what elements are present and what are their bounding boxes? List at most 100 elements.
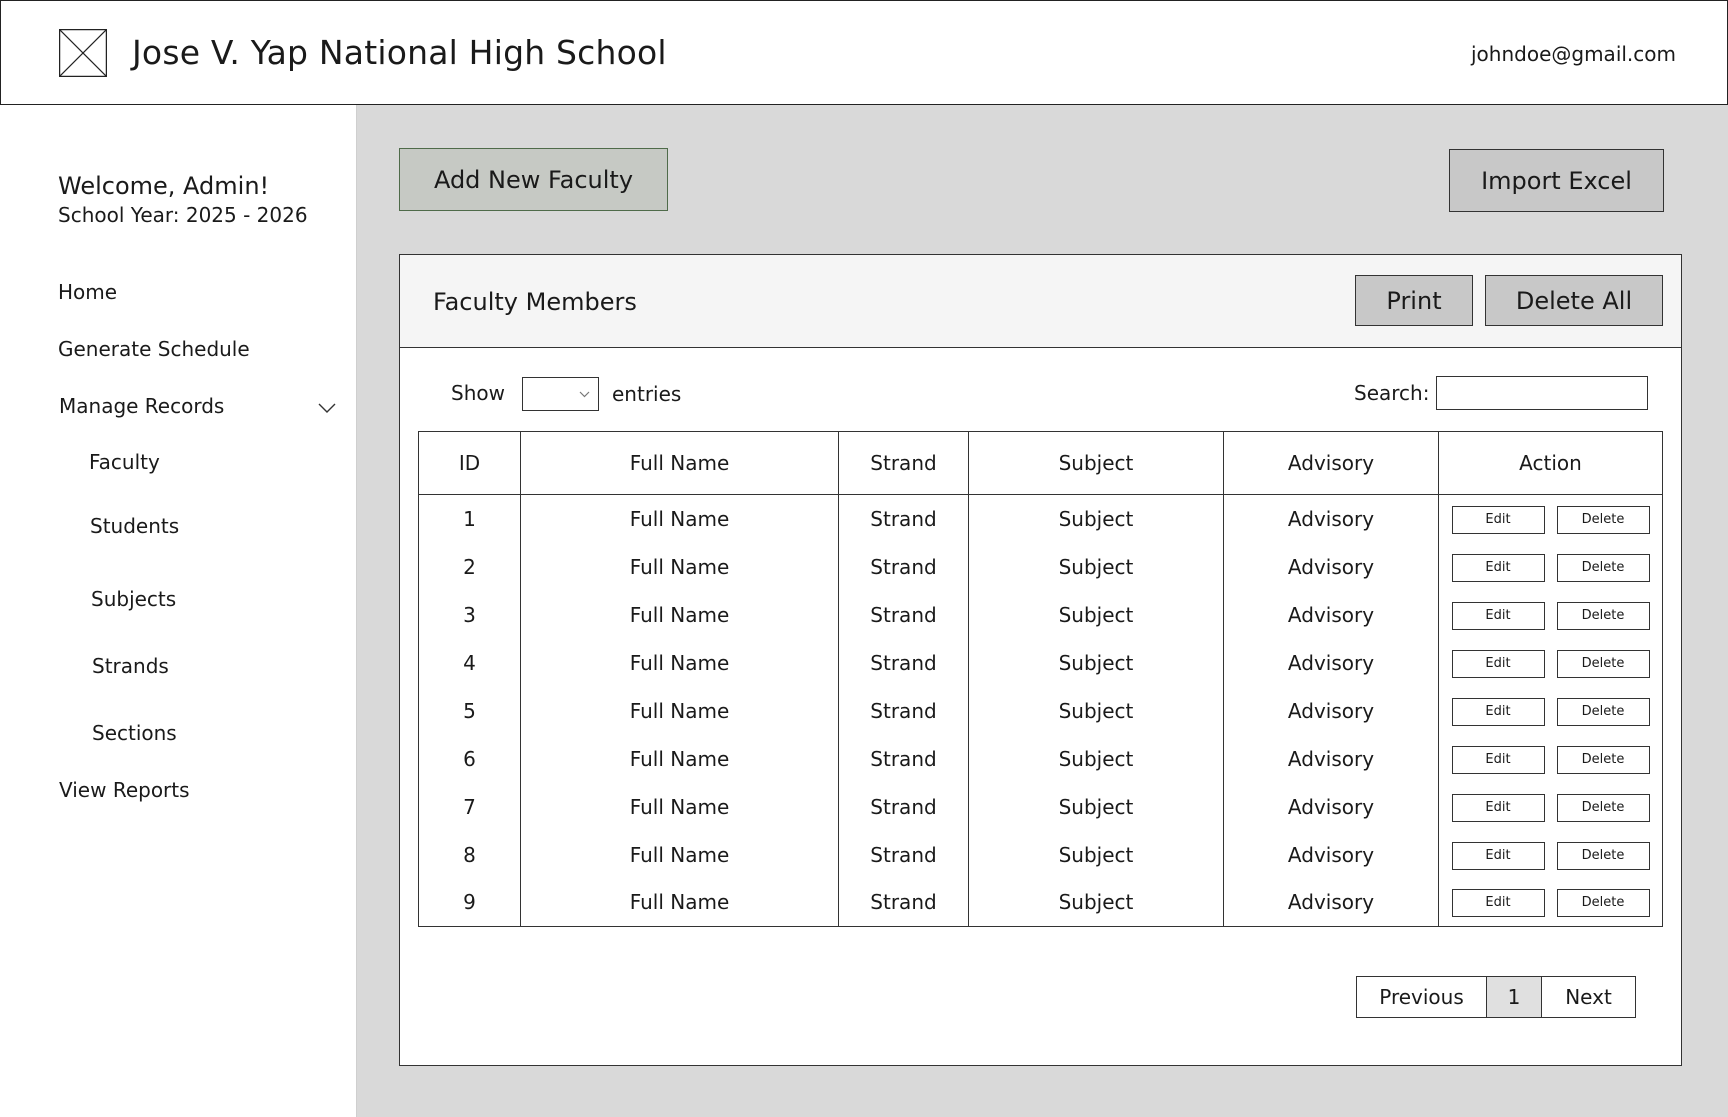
cell-full-name: Full Name (520, 542, 839, 591)
cell-id: 6 (418, 734, 521, 783)
cell-action: Edit Delete (1438, 878, 1663, 927)
cell-id: 1 (418, 494, 521, 543)
table-row: 2 Full Name Strand Subject Advisory Edit… (418, 542, 1663, 591)
column-header-action: Action (1438, 431, 1663, 495)
previous-page-button[interactable]: Previous (1357, 977, 1487, 1017)
cell-strand: Strand (838, 878, 969, 927)
sidebar-item-generate-schedule[interactable]: Generate Schedule (58, 337, 250, 361)
table-row: 7 Full Name Strand Subject Advisory Edit… (418, 782, 1663, 831)
sidebar: Welcome, Admin! School Year: 2025 - 2026… (0, 105, 357, 1117)
table-header-row: ID Full Name Strand Subject Advisory Act… (418, 431, 1663, 495)
cell-strand: Strand (838, 638, 969, 687)
user-email[interactable]: johndoe@gmail.com (1471, 42, 1676, 66)
cell-action: Edit Delete (1438, 782, 1663, 831)
cell-subject: Subject (968, 878, 1224, 927)
import-excel-button[interactable]: Import Excel (1449, 149, 1664, 212)
delete-button[interactable]: Delete (1556, 841, 1650, 870)
cell-subject: Subject (968, 494, 1224, 543)
delete-button[interactable]: Delete (1556, 793, 1650, 822)
cell-full-name: Full Name (520, 830, 839, 879)
delete-button[interactable]: Delete (1556, 601, 1650, 630)
delete-button[interactable]: Delete (1556, 745, 1650, 774)
main-content: Add New Faculty Import Excel Faculty Mem… (357, 105, 1728, 1117)
cell-advisory: Advisory (1223, 686, 1439, 735)
cell-id: 9 (418, 878, 521, 927)
cell-action: Edit Delete (1438, 590, 1663, 639)
add-new-faculty-button[interactable]: Add New Faculty (399, 148, 668, 211)
delete-button[interactable]: Delete (1556, 649, 1650, 678)
cell-subject: Subject (968, 686, 1224, 735)
cell-action: Edit Delete (1438, 494, 1663, 543)
cell-advisory: Advisory (1223, 590, 1439, 639)
edit-button[interactable]: Edit (1451, 793, 1545, 822)
delete-button[interactable]: Delete (1556, 697, 1650, 726)
cell-strand: Strand (838, 782, 969, 831)
image-placeholder-icon (58, 28, 108, 78)
edit-button[interactable]: Edit (1451, 649, 1545, 678)
faculty-table: ID Full Name Strand Subject Advisory Act… (418, 431, 1663, 927)
edit-button[interactable]: Edit (1451, 889, 1545, 918)
delete-all-button[interactable]: Delete All (1485, 275, 1663, 326)
sidebar-item-strands[interactable]: Strands (92, 654, 169, 678)
sidebar-item-faculty[interactable]: Faculty (89, 450, 160, 474)
cell-subject: Subject (968, 638, 1224, 687)
cell-id: 7 (418, 782, 521, 831)
edit-button[interactable]: Edit (1451, 697, 1545, 726)
cell-id: 4 (418, 638, 521, 687)
entries-select[interactable] (522, 377, 599, 411)
cell-subject: Subject (968, 830, 1224, 879)
edit-button[interactable]: Edit (1451, 505, 1545, 534)
edit-button[interactable]: Edit (1451, 841, 1545, 870)
edit-button[interactable]: Edit (1451, 745, 1545, 774)
next-page-button[interactable]: Next (1542, 977, 1635, 1017)
column-header-strand[interactable]: Strand (838, 431, 969, 495)
column-header-advisory[interactable]: Advisory (1223, 431, 1439, 495)
column-header-id[interactable]: ID (418, 431, 521, 495)
welcome-message: Welcome, Admin! (58, 172, 270, 200)
cell-advisory: Advisory (1223, 494, 1439, 543)
sidebar-item-sections[interactable]: Sections (92, 721, 177, 745)
page-number-button[interactable]: 1 (1487, 977, 1542, 1017)
cell-full-name: Full Name (520, 494, 839, 543)
chevron-down-icon[interactable] (318, 399, 336, 413)
cell-action: Edit Delete (1438, 686, 1663, 735)
sidebar-item-view-reports[interactable]: View Reports (59, 778, 190, 802)
cell-subject: Subject (968, 590, 1224, 639)
cell-advisory: Advisory (1223, 542, 1439, 591)
cell-strand: Strand (838, 686, 969, 735)
print-button[interactable]: Print (1355, 275, 1473, 326)
entries-label: entries (612, 382, 682, 406)
sidebar-item-subjects[interactable]: Subjects (91, 587, 176, 611)
cell-subject: Subject (968, 734, 1224, 783)
cell-advisory: Advisory (1223, 782, 1439, 831)
cell-full-name: Full Name (520, 734, 839, 783)
cell-full-name: Full Name (520, 686, 839, 735)
cell-id: 8 (418, 830, 521, 879)
pagination: Previous 1 Next (1356, 976, 1636, 1018)
chevron-down-icon (579, 391, 590, 398)
delete-button[interactable]: Delete (1556, 889, 1650, 918)
top-header: Jose V. Yap National High School johndoe… (0, 0, 1728, 105)
cell-action: Edit Delete (1438, 542, 1663, 591)
delete-button[interactable]: Delete (1556, 553, 1650, 582)
school-year: School Year: 2025 - 2026 (58, 203, 308, 227)
search-input[interactable] (1436, 376, 1648, 410)
table-row: 8 Full Name Strand Subject Advisory Edit… (418, 830, 1663, 879)
card-header: Faculty Members Print Delete All (400, 255, 1681, 348)
sidebar-item-home[interactable]: Home (58, 280, 117, 304)
delete-button[interactable]: Delete (1556, 505, 1650, 534)
sidebar-item-manage-records[interactable]: Manage Records (59, 394, 224, 418)
search-label: Search: (1354, 381, 1430, 405)
cell-strand: Strand (838, 590, 969, 639)
column-header-subject[interactable]: Subject (968, 431, 1224, 495)
column-header-full-name[interactable]: Full Name (520, 431, 839, 495)
cell-action: Edit Delete (1438, 734, 1663, 783)
cell-full-name: Full Name (520, 878, 839, 927)
table-row: 3 Full Name Strand Subject Advisory Edit… (418, 590, 1663, 639)
cell-advisory: Advisory (1223, 830, 1439, 879)
cell-id: 2 (418, 542, 521, 591)
edit-button[interactable]: Edit (1451, 601, 1545, 630)
sidebar-item-students[interactable]: Students (90, 514, 179, 538)
edit-button[interactable]: Edit (1451, 553, 1545, 582)
cell-subject: Subject (968, 782, 1224, 831)
